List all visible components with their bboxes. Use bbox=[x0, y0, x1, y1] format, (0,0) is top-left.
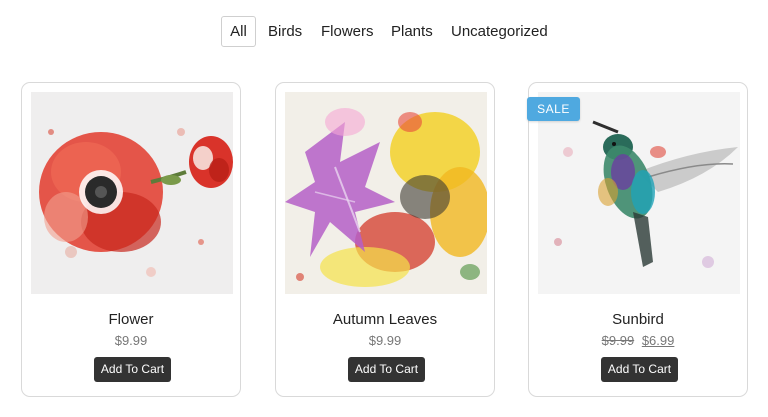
filter-tab-flowers[interactable]: Flowers bbox=[313, 16, 382, 47]
add-to-cart-button[interactable]: Add To Cart bbox=[348, 357, 425, 382]
product-price: $9.99 $6.99 bbox=[529, 333, 747, 348]
product-name[interactable]: Autumn Leaves bbox=[276, 311, 494, 328]
product-price: $9.99 bbox=[114, 333, 148, 348]
category-filter-bar: All Birds Flowers Plants Uncategorized bbox=[0, 16, 768, 47]
filter-tab-uncategorized[interactable]: Uncategorized bbox=[443, 16, 556, 47]
red-flower-watercolor-image bbox=[31, 92, 233, 294]
filter-tab-all[interactable]: All bbox=[221, 16, 256, 47]
product-card-sunbird: Sunbird $9.99 $6.99 Add To Cart bbox=[528, 82, 748, 397]
add-to-cart-button[interactable]: Add To Cart bbox=[601, 357, 678, 382]
autumn-leaves-watercolor-image bbox=[285, 92, 487, 294]
filter-tab-birds[interactable]: Birds bbox=[260, 16, 310, 47]
product-image-autumn-leaves[interactable] bbox=[285, 92, 487, 294]
filter-tab-plants[interactable]: Plants bbox=[383, 16, 441, 47]
product-card-autumn-leaves: Autumn Leaves $9.99 Add To Cart bbox=[275, 82, 495, 397]
product-image-sunbird[interactable] bbox=[538, 92, 740, 294]
add-to-cart-button[interactable]: Add To Cart bbox=[94, 357, 171, 382]
hummingbird-watercolor-image bbox=[538, 92, 740, 294]
product-card-flower: Flower $9.99 Add To Cart bbox=[21, 82, 241, 397]
product-image-flower[interactable] bbox=[31, 92, 233, 294]
product-name[interactable]: Flower bbox=[22, 311, 240, 328]
product-price: $9.99 bbox=[368, 333, 402, 348]
product-name[interactable]: Sunbird bbox=[529, 311, 747, 328]
original-price: $9.99 bbox=[601, 333, 635, 348]
sale-price: $6.99 bbox=[641, 333, 675, 348]
sale-badge: SALE bbox=[527, 97, 580, 121]
